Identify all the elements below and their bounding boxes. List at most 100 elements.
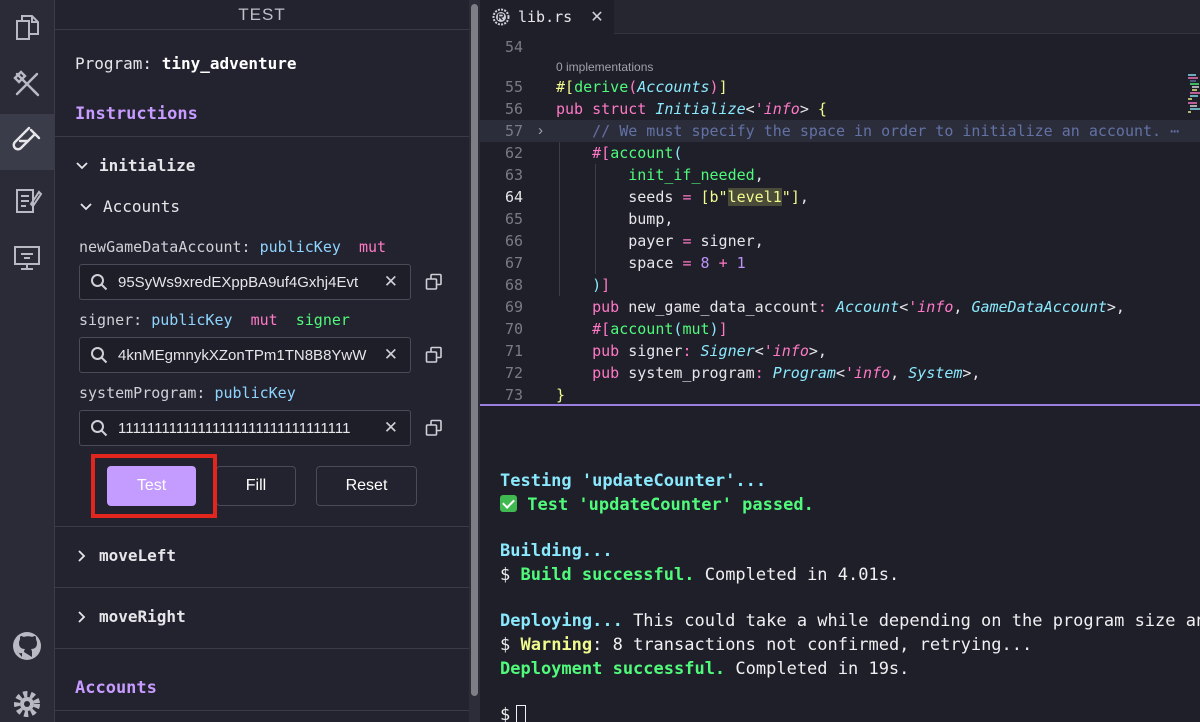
- files-icon: [16, 15, 39, 40]
- system-program-input[interactable]: [118, 419, 376, 437]
- code-line: 67 space = 8 + 1: [480, 252, 1200, 274]
- terminal-cursor[interactable]: [516, 705, 527, 722]
- deploy-button[interactable]: [0, 230, 54, 286]
- tab-label: lib.rs: [518, 8, 573, 26]
- highlight-annotation: [91, 454, 217, 518]
- build-button[interactable]: [0, 56, 54, 112]
- line-number: 63: [504, 166, 523, 184]
- code-area[interactable]: 0 implementations 54 55 #[derive(Accounts…: [480, 36, 1200, 404]
- chevron-right-icon: [78, 610, 86, 623]
- gear-icon: [14, 691, 40, 717]
- terminal-text: Deploying...: [500, 611, 623, 631]
- code-line: 71 pub signer: Signer<'info>,: [480, 340, 1200, 362]
- code-text: pub signer: Signer<'info>,: [592, 342, 827, 360]
- terminal-text: Building...: [500, 541, 613, 561]
- instruction-initialize-label: initialize: [99, 156, 196, 175]
- github-button[interactable]: [0, 618, 54, 674]
- signer-field[interactable]: ✕: [79, 337, 411, 373]
- code-line: 73}: [480, 384, 1200, 406]
- activity-bar: [0, 0, 55, 722]
- divider: [55, 526, 469, 527]
- minimap[interactable]: [1186, 72, 1200, 152]
- terminal-text: Deployment successful.: [500, 659, 726, 679]
- code-line: 56 pub struct Initialize<'info> {: [480, 98, 1200, 120]
- account-type: publicKey: [214, 384, 296, 402]
- indent-guide: [559, 142, 560, 296]
- fill-button[interactable]: Fill: [216, 466, 296, 506]
- new-game-data-account-input[interactable]: [118, 273, 376, 291]
- instruction-initialize[interactable]: initialize: [75, 156, 195, 175]
- new-game-data-account-field[interactable]: ✕: [79, 264, 411, 300]
- terminal-text: $: [500, 565, 521, 585]
- terminal-panel[interactable]: Testing 'updateCounter'... Test 'updateC…: [480, 406, 1200, 722]
- line-number: 72: [504, 364, 523, 382]
- tab-lib-rs[interactable]: lib.rs ✕: [480, 0, 614, 34]
- chevron-right-icon[interactable]: ›: [538, 120, 543, 142]
- account-name: systemProgram:: [79, 384, 206, 402]
- reset-button[interactable]: Reset: [316, 466, 417, 506]
- signer-input[interactable]: [118, 346, 376, 364]
- sidebar-title: TEST: [55, 0, 469, 30]
- clear-icon[interactable]: ✕: [384, 419, 398, 437]
- code-editor[interactable]: lib.rs ✕ 0 implementations 54 55 #[derive…: [480, 0, 1200, 404]
- chevron-down-icon: [76, 161, 88, 169]
- divider: [55, 587, 469, 588]
- copy-icon[interactable]: [425, 273, 443, 291]
- code-line: 57 › // We must specify the space in orde…: [480, 120, 1200, 142]
- code-text: seeds = [b"level1"],: [628, 188, 809, 206]
- copy-icon[interactable]: [425, 346, 443, 364]
- settings-button[interactable]: [0, 676, 54, 722]
- terminal-line: Deployment successful. Completed in 19s.: [500, 658, 909, 681]
- line-number: 55: [504, 78, 523, 96]
- line-number: 57: [504, 122, 523, 140]
- line-number: 69: [504, 298, 523, 316]
- instruction-move-left-label: moveLeft: [99, 546, 177, 565]
- code-text: }: [556, 386, 566, 404]
- terminal-text: Completed in 4.01s.: [694, 565, 900, 585]
- sidebar-scrollbar[interactable]: [469, 0, 480, 722]
- terminal-prompt: $: [500, 705, 511, 722]
- test-tube-icon: [12, 126, 41, 151]
- copy-icon[interactable]: [425, 419, 443, 437]
- terminal-text: Test 'updateCounter' passed.: [517, 495, 814, 515]
- code-text: #[account(: [592, 144, 683, 162]
- code-text: space = 8 + 1: [628, 254, 746, 272]
- account-label-signer: signer: publicKey mut signer: [79, 311, 350, 329]
- account-mut-badge: mut: [358, 238, 387, 256]
- line-number: 66: [504, 232, 523, 250]
- system-program-field[interactable]: ✕: [79, 410, 411, 446]
- program-info: Program: tiny_adventure: [75, 54, 297, 73]
- instruction-move-right-label: moveRight: [99, 607, 186, 626]
- codelens[interactable]: 0 implementations: [556, 60, 653, 74]
- test-button[interactable]: [0, 114, 54, 170]
- divider: [55, 648, 469, 649]
- line-number: 68: [504, 276, 523, 294]
- tutorials-button[interactable]: [0, 172, 54, 228]
- clear-icon[interactable]: ✕: [384, 273, 398, 291]
- terminal-line: $: [500, 704, 527, 722]
- line-number: 70: [504, 320, 523, 338]
- scrollbar-thumb[interactable]: [471, 4, 478, 696]
- line-number: 62: [504, 144, 523, 162]
- monitor-icon: [14, 246, 40, 270]
- code-text: pub struct Initialize<'info> {: [556, 100, 827, 118]
- code-line: 54: [480, 36, 1200, 58]
- explorer-button[interactable]: [0, 0, 54, 56]
- github-icon: [13, 632, 41, 660]
- close-icon[interactable]: ✕: [590, 7, 603, 27]
- code-text: payer = signer,: [628, 232, 764, 250]
- line-number: 73: [504, 386, 523, 404]
- clear-icon[interactable]: ✕: [384, 346, 398, 364]
- indent-guide: [595, 164, 596, 274]
- accounts-group[interactable]: Accounts: [79, 197, 180, 216]
- account-type: publicKey: [151, 311, 233, 329]
- instruction-move-right[interactable]: moveRight: [75, 607, 186, 626]
- terminal-text: $: [500, 635, 521, 655]
- code-line: 69 pub new_game_data_account: Account<'i…: [480, 296, 1200, 318]
- terminal-line: Testing 'updateCounter'...: [500, 470, 766, 493]
- terminal-line: $ Build successful. Completed in 4.01s.: [500, 564, 899, 587]
- terminal-line: $ Warning: 8 transactions not confirmed,…: [500, 634, 1032, 657]
- terminal-line: Deploying... This could take a while dep…: [500, 610, 1200, 633]
- divider: [55, 710, 469, 711]
- instruction-move-left[interactable]: moveLeft: [75, 546, 176, 565]
